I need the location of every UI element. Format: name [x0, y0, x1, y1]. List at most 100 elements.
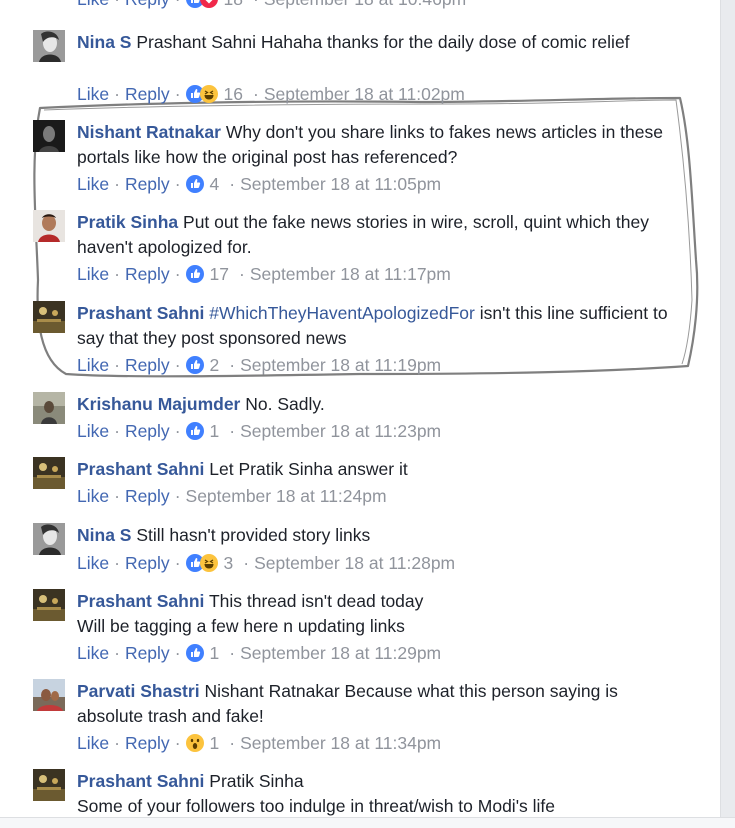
like-link[interactable]: Like — [77, 420, 109, 442]
comment-body: Krishanu Majumder No. Sadly. — [77, 392, 677, 417]
wow-reaction-icon — [185, 734, 204, 752]
avatar[interactable] — [33, 589, 65, 621]
reactions-summary[interactable]: 18 — [185, 0, 243, 10]
reactions-summary[interactable]: 3 — [185, 552, 233, 574]
like-link[interactable]: Like — [77, 732, 109, 754]
reply-link[interactable]: Reply — [125, 0, 170, 10]
like-link[interactable]: Like — [77, 0, 109, 10]
author-name[interactable]: Krishanu Majumder — [77, 394, 240, 414]
comment-actions: Like · Reply · 1 · September 18 at 11:34… — [77, 732, 441, 754]
reply-link[interactable]: Reply — [125, 83, 170, 105]
author-name[interactable]: Prashant Sahni — [77, 459, 204, 479]
reply-link[interactable]: Reply — [125, 420, 170, 442]
reactions-summary[interactable]: 1 — [185, 642, 219, 664]
separator: · — [114, 0, 120, 10]
comment-actions: Like · Reply · 3 · September 18 at 11:28… — [77, 552, 455, 574]
author-name[interactable]: Pratik Sinha — [77, 212, 178, 232]
reply-link[interactable]: Reply — [125, 263, 170, 285]
author-name[interactable]: Prashant Sahni — [77, 591, 204, 611]
like-link[interactable]: Like — [77, 354, 109, 376]
author-name[interactable]: Prashant Sahni — [77, 771, 204, 791]
like-link[interactable]: Like — [77, 552, 109, 574]
avatar[interactable] — [33, 679, 65, 711]
separator: · — [229, 355, 236, 375]
avatar[interactable] — [33, 301, 65, 333]
comment-body: Prashant Sahni This thread isn't dead to… — [77, 589, 677, 639]
avatar[interactable] — [33, 210, 65, 242]
reactions-summary[interactable]: 16 — [185, 83, 243, 105]
timestamp[interactable]: September 18 at 10:46pm — [264, 0, 466, 10]
author-name[interactable]: Parvati Shastri — [77, 681, 200, 701]
like-link[interactable]: Like — [77, 173, 109, 195]
comment-actions: Like · Reply · 18 · September 18 at 10:4… — [77, 0, 466, 10]
reactions-summary[interactable]: 17 — [185, 263, 229, 285]
separator: · — [114, 643, 120, 663]
comment-actions: Like · Reply · September 18 at 11:24pm — [77, 485, 387, 507]
author-name[interactable]: Nishant Ratnakar — [77, 122, 221, 142]
reply-link[interactable]: Reply — [125, 642, 170, 664]
like-link[interactable]: Like — [77, 263, 109, 285]
reactions-summary[interactable]: 1 — [185, 420, 219, 442]
timestamp[interactable]: September 18 at 11:02pm — [264, 83, 465, 105]
separator: · — [174, 264, 181, 284]
timestamp[interactable]: September 18 at 11:23pm — [240, 420, 441, 442]
comment-actions: Like · Reply · 2 · September 18 at 11:19… — [77, 354, 441, 376]
timestamp[interactable]: September 18 at 11:19pm — [240, 354, 441, 376]
hashtag-link[interactable]: #WhichTheyHaventApologizedFor — [209, 303, 475, 323]
love-reaction-icon — [199, 0, 218, 8]
avatar[interactable] — [33, 30, 65, 62]
comment-text: Pratik Sinha — [209, 771, 304, 791]
separator: · — [114, 486, 120, 506]
avatar[interactable] — [33, 769, 65, 801]
avatar[interactable] — [33, 457, 65, 489]
like-reaction-icon — [185, 644, 204, 662]
reaction-count: 16 — [223, 84, 243, 104]
author-name[interactable]: Nina S — [77, 525, 131, 545]
separator: · — [174, 486, 181, 506]
like-link[interactable]: Like — [77, 642, 109, 664]
timestamp[interactable]: September 18 at 11:28pm — [254, 552, 455, 574]
separator: · — [174, 174, 181, 194]
reaction-count: 17 — [209, 264, 229, 284]
comment-text-line-2: Will be tagging a few here n updating li… — [77, 616, 405, 636]
author-name[interactable]: Nina S — [77, 32, 131, 52]
avatar[interactable] — [33, 120, 65, 152]
separator: · — [252, 84, 259, 104]
reply-link[interactable]: Reply — [125, 732, 170, 754]
separator: · — [174, 733, 181, 753]
separator: · — [174, 553, 181, 573]
timestamp[interactable]: September 18 at 11:17pm — [250, 263, 451, 285]
timestamp[interactable]: September 18 at 11:29pm — [240, 642, 441, 664]
reactions-summary[interactable]: 2 — [185, 354, 220, 376]
timestamp[interactable]: September 18 at 11:24pm — [186, 485, 387, 507]
reaction-count: 1 — [209, 733, 220, 753]
comment-body: Prashant Sahni Let Pratik Sinha answer i… — [77, 457, 677, 482]
separator: · — [175, 0, 181, 10]
author-name[interactable]: Prashant Sahni — [77, 303, 204, 323]
comment-actions: Like · Reply · 1 · September 18 at 11:29… — [77, 642, 441, 664]
reaction-count: 2 — [209, 355, 220, 375]
comment-text: This thread isn't dead today — [208, 591, 424, 611]
timestamp[interactable]: September 18 at 11:34pm — [240, 732, 441, 754]
like-reaction-icon — [185, 422, 204, 440]
reaction-count: 18 — [224, 0, 243, 10]
scrollbar-track[interactable] — [720, 0, 735, 828]
reply-link[interactable]: Reply — [125, 552, 170, 574]
avatar[interactable] — [33, 392, 65, 424]
comment-text: No. Sadly. — [245, 394, 325, 414]
comment-body: Nina S Prashant Sahni Hahaha thanks for … — [77, 30, 677, 55]
reactions-summary[interactable]: 4 — [185, 173, 219, 195]
reactions-summary[interactable]: 1 — [185, 732, 220, 754]
like-reaction-icon — [185, 265, 204, 283]
comment-body: Nishant Ratnakar Why don't you share lin… — [77, 120, 677, 170]
like-link[interactable]: Like — [77, 485, 109, 507]
reply-link[interactable]: Reply — [125, 354, 170, 376]
reply-link[interactable]: Reply — [125, 173, 170, 195]
separator: · — [114, 174, 120, 194]
separator: · — [174, 355, 181, 375]
comment-text: Prashant Sahni Hahaha thanks for the dai… — [136, 32, 630, 52]
reply-link[interactable]: Reply — [125, 485, 170, 507]
timestamp[interactable]: September 18 at 11:05pm — [240, 173, 441, 195]
like-link[interactable]: Like — [77, 83, 109, 105]
avatar[interactable] — [33, 523, 65, 555]
